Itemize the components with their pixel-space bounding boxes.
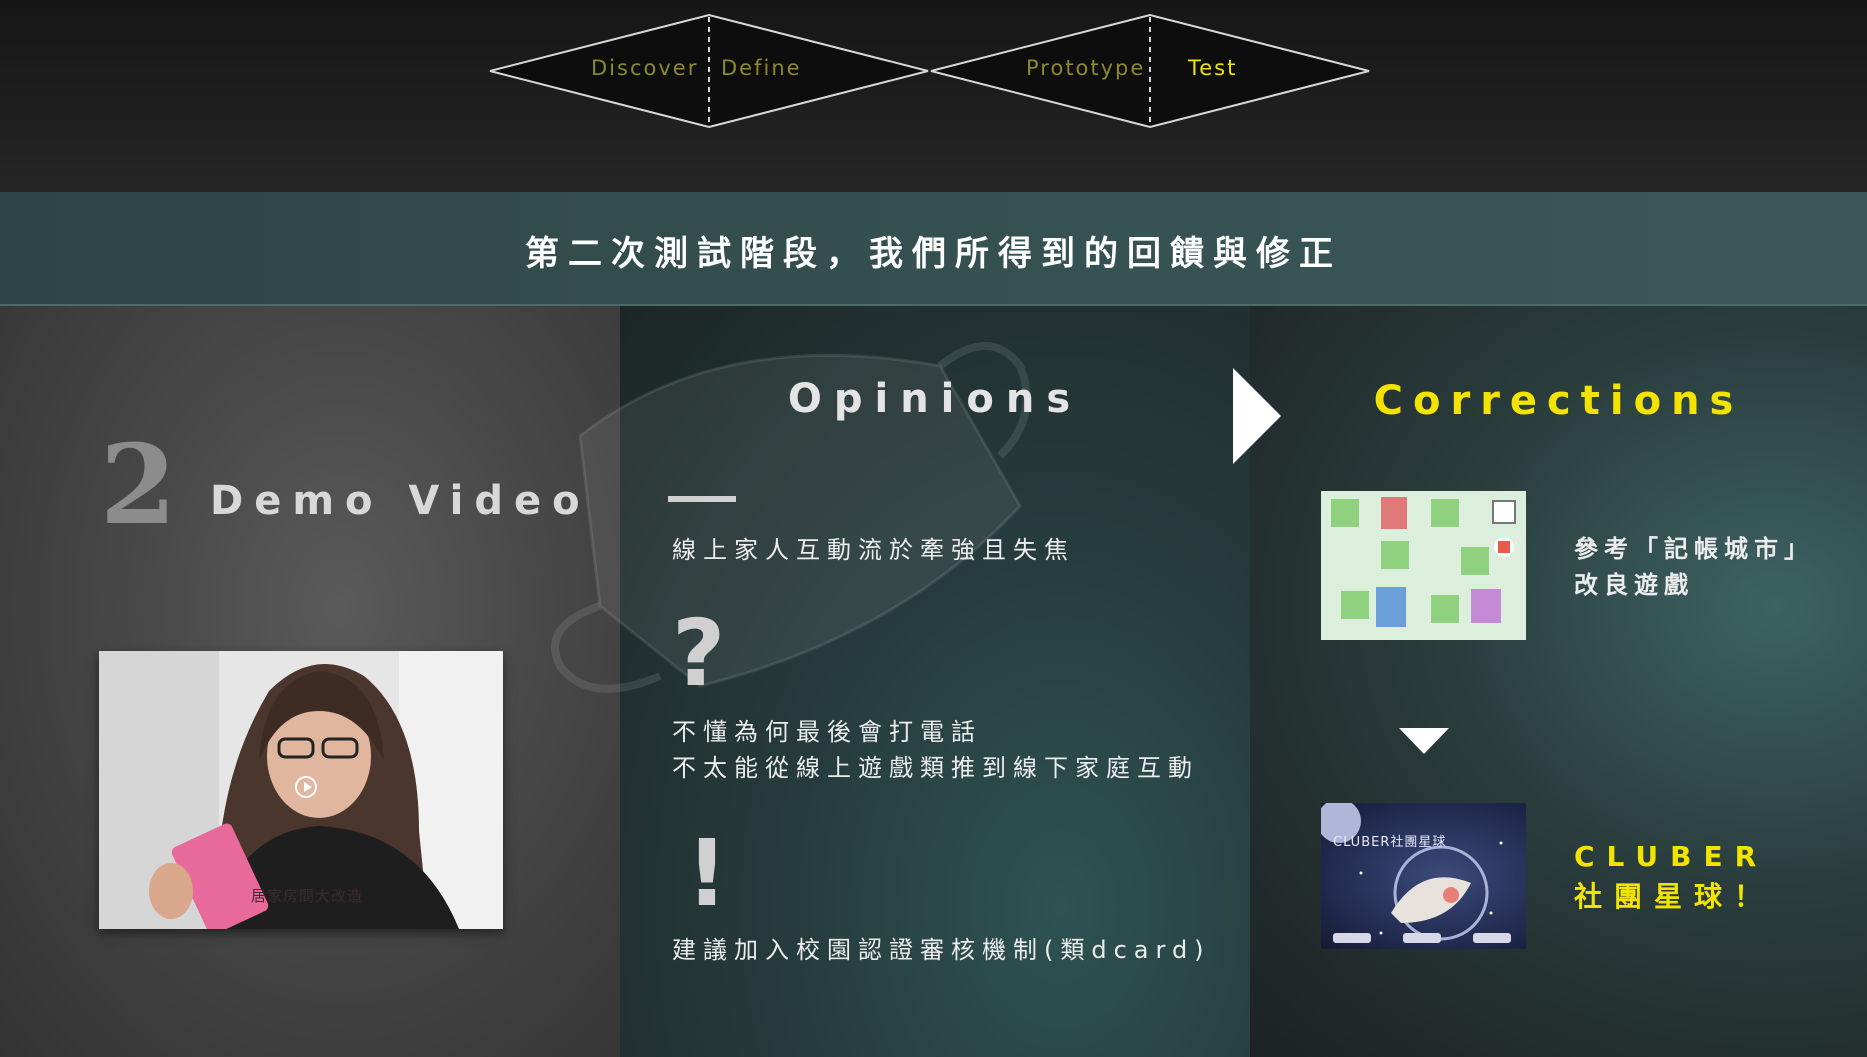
stage-define: Define [721,56,802,80]
video-caption: 居家房間大改造 [251,887,364,905]
city-game-image [1321,491,1526,640]
stage-prototype: Prototype [1026,56,1146,80]
planet-illustration [1321,803,1511,943]
cluber-planet-image: CLUBER社團星球 [1321,803,1526,949]
page-title: 第二次測試階段，我們所得到的回饋與修正 [525,234,1342,274]
section-label: Demo Video [210,478,591,524]
stage-test: Test [1188,56,1238,80]
process-bar: Discover Define Prototype Test [0,0,1867,192]
city-map-illustration [1321,491,1526,640]
cluber-image-title: CLUBER社團星球 [1333,835,1447,850]
opinions-heading: Opinions [787,376,1083,422]
correction-text-2b: 社團星球！ [1574,880,1775,913]
question-mark-icon: ? [672,600,726,707]
stage-discover: Discover [591,56,699,80]
exclamation-mark-icon: ! [686,820,728,927]
opinion-text-1: 線上家人互動流於牽強且失焦 [672,536,1075,564]
opinion-text-2b: 不太能從線上遊戲類推到線下家庭互動 [672,754,1199,782]
process-diamonds [489,13,1370,129]
opinion-text-2a: 不懂為何最後會打電話 [672,718,982,746]
correction-text-1a: 參考「記帳城市」 [1574,535,1814,563]
correction-text-2a: CLUBER [1574,840,1769,873]
demo-video-thumbnail[interactable]: 居家房間大改造 [99,651,503,929]
play-icon[interactable] [295,776,317,798]
section-number: 2 [100,420,177,549]
mask-background-icon [551,342,1031,693]
correction-text-1b: 改良遊戲 [1574,571,1694,599]
arrow-down-icon [1399,728,1449,754]
opinion-text-3: 建議加入校園認證審核機制(類dcard) [672,936,1211,964]
dash-icon [668,496,736,502]
corrections-heading: Corrections [1373,378,1744,424]
